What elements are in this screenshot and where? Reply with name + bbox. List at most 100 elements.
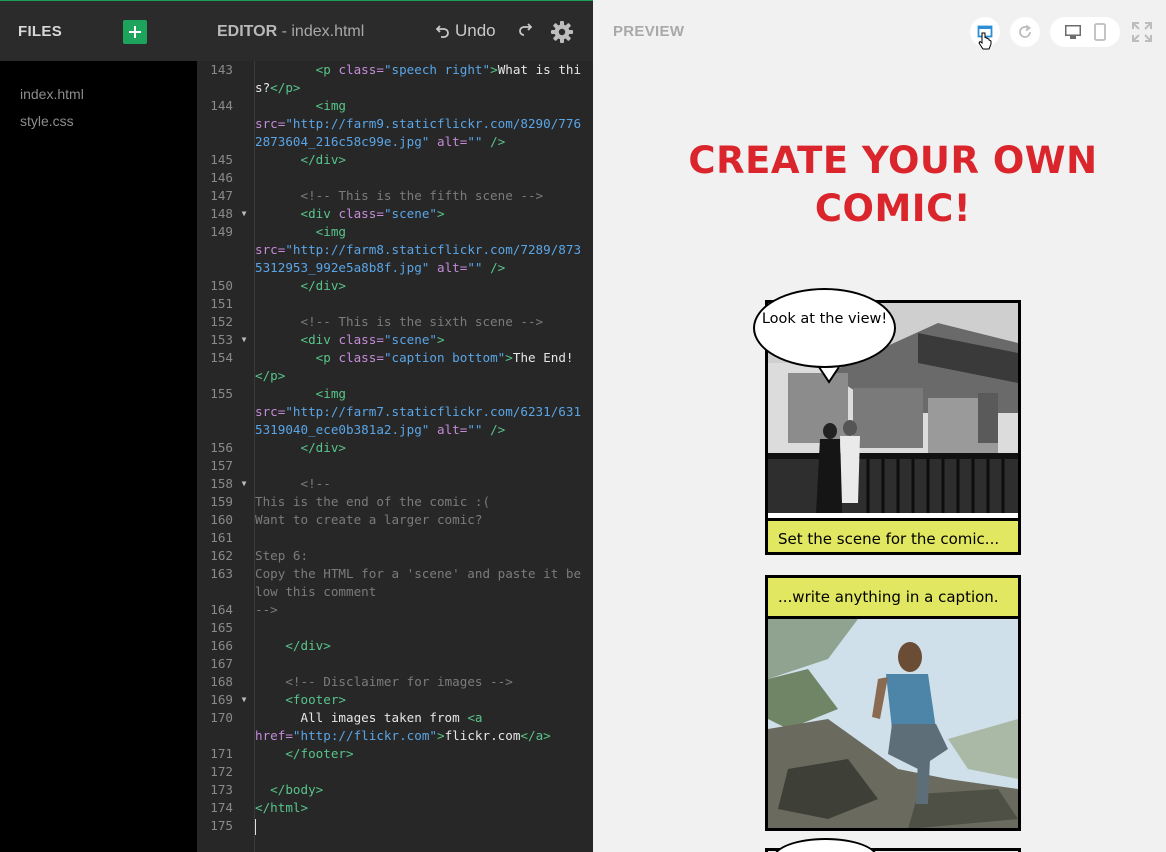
mobile-icon[interactable] bbox=[1094, 23, 1106, 41]
redo-icon[interactable] bbox=[517, 22, 533, 38]
line-number: 157 bbox=[210, 458, 233, 473]
code-text: <!-- This is the sixth scene --> bbox=[300, 314, 544, 329]
fullscreen-icon[interactable] bbox=[1131, 21, 1153, 43]
code-line[interactable]: 150 </div> bbox=[197, 277, 593, 295]
code-line[interactable]: 159 This is the end of the comic :( bbox=[197, 493, 593, 511]
line-number: 148 bbox=[210, 206, 233, 221]
refresh-button[interactable] bbox=[1010, 17, 1040, 47]
code-line[interactable]: 171 </footer> bbox=[197, 745, 593, 763]
code-text: <img src="http://farm7.staticflickr.com/… bbox=[255, 386, 582, 437]
desktop-icon[interactable] bbox=[1064, 23, 1082, 41]
fold-arrow-icon[interactable]: ▼ bbox=[233, 205, 255, 223]
code-line[interactable]: 168 <!-- Disclaimer for images --> bbox=[197, 673, 593, 691]
fold-gutter bbox=[233, 511, 255, 529]
fold-gutter bbox=[233, 601, 255, 619]
code-line[interactable]: 160 Want to create a larger comic? bbox=[197, 511, 593, 529]
code-text: This is the end of the comic :( bbox=[255, 494, 491, 509]
line-number: 146 bbox=[210, 170, 233, 185]
code-text: </body> bbox=[270, 782, 324, 797]
line-number: 161 bbox=[210, 530, 233, 545]
line-number: 175 bbox=[210, 818, 233, 833]
preview-header: PREVIEW bbox=[593, 0, 1166, 61]
line-number: 150 bbox=[210, 278, 233, 293]
code-text: </div> bbox=[300, 278, 347, 293]
fold-arrow-icon[interactable]: ▼ bbox=[233, 475, 255, 493]
fold-gutter bbox=[233, 781, 255, 799]
panel-1-caption: Set the scene for the comic... bbox=[768, 518, 1018, 552]
code-line[interactable]: 148 ▼ <div class="scene"> bbox=[197, 205, 593, 223]
code-line[interactable]: 143 <p class="speech right">What is this… bbox=[197, 61, 593, 97]
code-text: </div> bbox=[285, 638, 331, 653]
code-line[interactable]: 145 </div> bbox=[197, 151, 593, 169]
code-line[interactable]: 163 Copy the HTML for a 'scene' and paste… bbox=[197, 565, 593, 601]
code-line[interactable]: 149 <img src="http://farm8.staticflickr.… bbox=[197, 223, 593, 277]
fold-gutter bbox=[233, 655, 255, 673]
file-item-index-html[interactable]: index.html bbox=[0, 81, 197, 108]
comic-title-line1: CREATE YOUR OWN bbox=[688, 139, 1098, 182]
device-toggle bbox=[1050, 17, 1120, 47]
code-line[interactable]: 164 --> bbox=[197, 601, 593, 619]
code-line[interactable]: 154 <p class="caption bottom">The End!</… bbox=[197, 349, 593, 385]
line-number: 168 bbox=[210, 674, 233, 689]
code-line[interactable]: 172 bbox=[197, 763, 593, 781]
line-number: 149 bbox=[210, 224, 233, 239]
code-line[interactable]: 157 bbox=[197, 457, 593, 475]
code-line[interactable]: 161 bbox=[197, 529, 593, 547]
code-text: <img src="http://farm9.staticflickr.com/… bbox=[255, 98, 582, 149]
code-line[interactable]: 156 </div> bbox=[197, 439, 593, 457]
fold-gutter bbox=[233, 799, 255, 817]
fold-gutter bbox=[233, 529, 255, 547]
cursor-hand-icon bbox=[978, 32, 992, 50]
code-line[interactable]: 162 Step 6: bbox=[197, 547, 593, 565]
fold-arrow-icon[interactable]: ▼ bbox=[233, 331, 255, 349]
preview-panel: PREVIEW CREATE YOUR OWN COMIC! Set the s… bbox=[593, 0, 1166, 852]
code-editor[interactable]: 143 <p class="speech right">What is this… bbox=[197, 61, 593, 852]
code-line[interactable]: 152 <!-- This is the sixth scene --> bbox=[197, 313, 593, 331]
code-line[interactable]: 169 ▼ <footer> bbox=[197, 691, 593, 709]
code-line[interactable]: 173 </body> bbox=[197, 781, 593, 799]
preview-title: PREVIEW bbox=[613, 23, 685, 40]
gear-icon[interactable] bbox=[550, 20, 574, 44]
line-number: 167 bbox=[210, 656, 233, 671]
panel-2-caption: ...write anything in a caption. bbox=[768, 578, 1018, 619]
fold-gutter bbox=[233, 565, 255, 601]
code-line[interactable]: 170 All images taken from <a href="http:… bbox=[197, 709, 593, 745]
line-number: 159 bbox=[210, 494, 233, 509]
code-line[interactable]: 167 bbox=[197, 655, 593, 673]
code-text: Step 6: bbox=[255, 548, 309, 563]
code-line[interactable]: 153 ▼ <div class="scene"> bbox=[197, 331, 593, 349]
line-number: 144 bbox=[210, 98, 233, 113]
fold-gutter bbox=[233, 745, 255, 763]
editor-panel: EDITOR - index.html Undo 143 <p class="s… bbox=[197, 0, 593, 852]
line-number: 154 bbox=[210, 350, 233, 365]
code-text: </html> bbox=[255, 800, 309, 815]
code-line[interactable]: 155 <img src="http://farm7.staticflickr.… bbox=[197, 385, 593, 439]
fold-gutter bbox=[233, 151, 255, 169]
code-text: <!-- bbox=[300, 476, 331, 491]
code-line[interactable]: 166 </div> bbox=[197, 637, 593, 655]
fold-gutter bbox=[233, 349, 255, 385]
code-line[interactable]: 147 <!-- This is the fifth scene --> bbox=[197, 187, 593, 205]
code-line[interactable]: 144 <img src="http://farm9.staticflickr.… bbox=[197, 97, 593, 151]
editor-filename: - index.html bbox=[277, 23, 365, 40]
fold-gutter bbox=[233, 547, 255, 565]
code-line[interactable]: 175 bbox=[197, 817, 593, 835]
code-line[interactable]: 146 bbox=[197, 169, 593, 187]
code-text: </footer> bbox=[285, 746, 354, 761]
code-line[interactable]: 174 </html> bbox=[197, 799, 593, 817]
speech-bubble: Look at the view! bbox=[753, 288, 896, 368]
add-file-button[interactable] bbox=[123, 20, 147, 44]
line-number: 153 bbox=[210, 332, 233, 347]
code-line[interactable]: 158 ▼ <!-- bbox=[197, 475, 593, 493]
undo-button[interactable]: Undo bbox=[435, 21, 496, 41]
line-number: 147 bbox=[210, 188, 233, 203]
file-item-style-css[interactable]: style.css bbox=[0, 108, 197, 135]
fold-arrow-icon[interactable]: ▼ bbox=[233, 691, 255, 709]
fold-gutter bbox=[233, 61, 255, 97]
code-line[interactable]: 165 bbox=[197, 619, 593, 637]
code-line[interactable]: 151 bbox=[197, 295, 593, 313]
